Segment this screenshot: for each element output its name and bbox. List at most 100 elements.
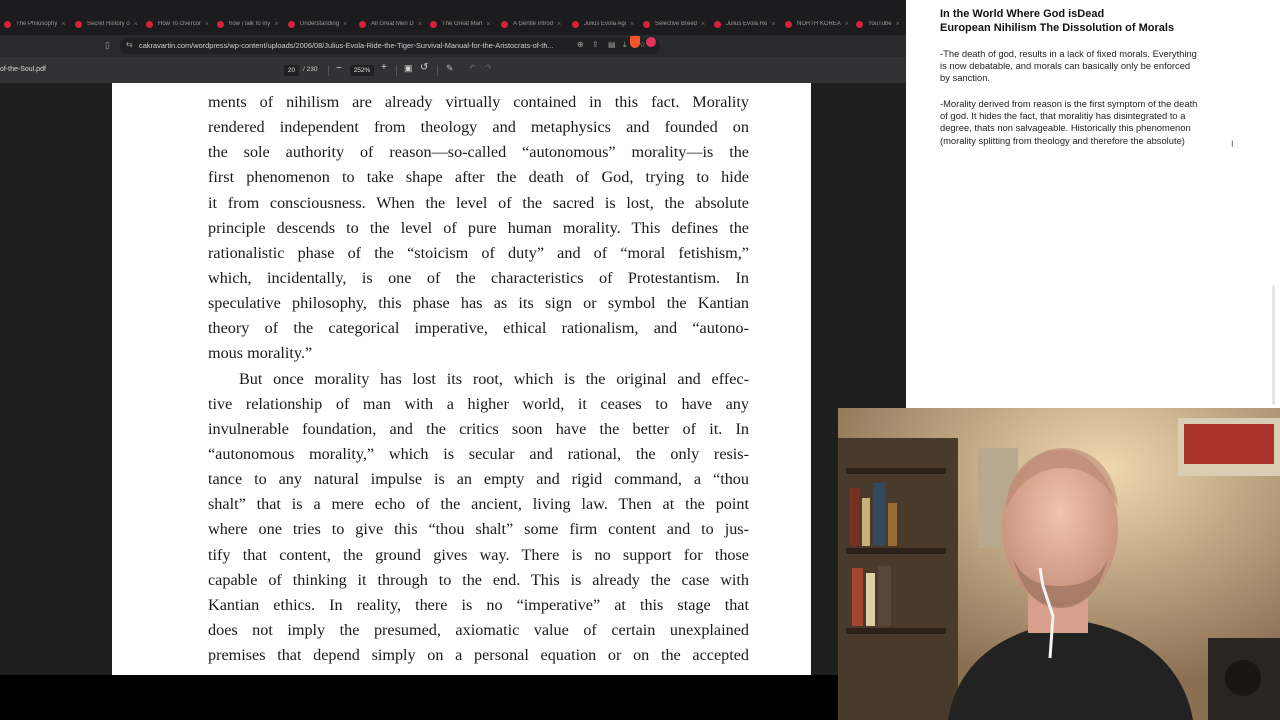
extension-icon[interactable]	[646, 37, 656, 47]
tab-label: How To Overcor	[158, 21, 201, 27]
tab-label: All Great Men D	[371, 21, 414, 27]
bookmark-icon[interactable]: ▯	[105, 40, 110, 51]
tab-close-icon[interactable]: ×	[701, 21, 705, 28]
webcam-overlay	[838, 408, 1280, 720]
notes-text-line[interactable]: by sanction.	[940, 72, 990, 83]
brave-shield-icon[interactable]	[630, 36, 640, 48]
pdf-text-line: mous morality.”	[208, 344, 313, 363]
notes-panel[interactable]: In the World Where God isDead European N…	[906, 0, 1280, 408]
tab-close-icon[interactable]: ×	[771, 21, 775, 28]
tab-favicon-icon	[359, 20, 366, 28]
pdf-page: ments of nihilism are already virtually …	[112, 83, 811, 675]
browser-tab[interactable]: A Gentle Introd ×	[501, 17, 569, 31]
page-number-input[interactable]: 20	[284, 65, 299, 76]
notes-text-line[interactable]: -The death of god, results in a lack of …	[940, 48, 1197, 59]
pdf-text-line: tify that content, the ground gives way.…	[208, 545, 749, 564]
tab-favicon-icon	[501, 20, 508, 28]
pdf-text-line: the sole authority of reason—so-called “…	[208, 143, 749, 162]
url-field[interactable]: ⇆ cakravartin.com/wordpress/wp-content/u…	[120, 38, 660, 54]
zoom-level-input[interactable]: 252%	[350, 65, 374, 76]
pdf-viewport[interactable]: ments of nihilism are already virtually …	[0, 83, 906, 675]
pdf-text-line: theory of the categorical imperative, et…	[208, 319, 749, 338]
notes-text-line[interactable]: -Morality derived from reason is the fir…	[940, 98, 1197, 109]
tab-favicon-icon	[572, 20, 579, 28]
tab-label: The Great Man	[442, 21, 483, 27]
tab-favicon-icon	[217, 20, 224, 28]
redo-icon[interactable]: ↷	[485, 63, 492, 72]
tab-close-icon[interactable]: ×	[486, 21, 490, 28]
pdf-text-line: which, incidentally, is one of the chara…	[208, 268, 749, 287]
text-cursor-icon: I	[1231, 139, 1234, 149]
tab-close-icon[interactable]: ×	[61, 21, 65, 28]
notes-text-line[interactable]: of god. It hides the fact, that moraliti…	[940, 110, 1185, 121]
share-icon[interactable]: ⇪	[592, 40, 599, 49]
tab-favicon-icon	[856, 20, 863, 28]
tab-close-icon[interactable]: ×	[630, 21, 634, 28]
pdf-filename: of-the-Soul.pdf	[0, 66, 46, 73]
tab-favicon-icon	[4, 20, 11, 28]
notes-text-line[interactable]: is now debatable, and morals can basical…	[940, 60, 1190, 71]
url-text[interactable]: cakravartin.com/wordpress/wp-content/upl…	[139, 41, 594, 50]
pdf-text-line: it from consciousness. When the level of…	[208, 193, 749, 212]
tab-close-icon[interactable]: ×	[896, 21, 900, 28]
zoom-in-button[interactable]: +	[381, 62, 387, 73]
tab-label: Julius Evola Re	[726, 21, 768, 27]
pdf-text-line: shalt” that is a mere echo of the ancien…	[208, 495, 749, 514]
notes-subtitle: European Nihilism The Dissolution of Mor…	[940, 22, 1175, 34]
tab-label: NORTH KOREA	[797, 21, 841, 27]
tab-close-icon[interactable]: ×	[418, 21, 422, 28]
tab-close-icon[interactable]: ×	[557, 21, 561, 28]
pdf-text-line: But once morality has lost its root, whi…	[239, 369, 749, 388]
draw-icon[interactable]: ✎	[446, 63, 454, 74]
site-settings-icon[interactable]: ⇆	[126, 40, 133, 49]
browser-tab[interactable]: Julius Evola Re ×	[714, 17, 782, 31]
pdf-text-line: ments of nihilism are already virtually …	[208, 93, 749, 111]
zoom-icon[interactable]: ⊕	[577, 40, 584, 49]
zoom-out-button[interactable]: −	[336, 63, 342, 74]
notes-text-line[interactable]: degree, thats non salvageable. Historica…	[940, 122, 1191, 133]
pdf-text-line: “autonomous morality,” which is secular …	[208, 444, 749, 463]
reader-mode-icon[interactable]: ▤	[608, 40, 616, 49]
browser-tab[interactable]: Secret History o ×	[75, 17, 143, 31]
pdf-text-line: first phenomenon to take shape after the…	[208, 168, 749, 187]
tab-label: Secret History o	[87, 21, 130, 27]
pdf-text-line: tive relationship of man with a higher w…	[208, 394, 749, 413]
toolbar-divider	[396, 65, 397, 76]
notes-scrollbar[interactable]	[1272, 285, 1275, 405]
browser-tab[interactable]: The Philosophy ×	[4, 17, 72, 31]
tab-favicon-icon	[75, 20, 82, 28]
tab-favicon-icon	[288, 20, 295, 28]
tab-favicon-icon	[146, 20, 153, 28]
tab-label: YouTube	[868, 21, 892, 27]
tab-close-icon[interactable]: ×	[274, 21, 278, 28]
tab-label: Understanding	[300, 21, 340, 27]
browser-tab[interactable]: Julius Evola Agi ×	[572, 17, 640, 31]
undo-icon[interactable]: ↶	[469, 63, 476, 72]
tab-close-icon[interactable]: ×	[134, 21, 138, 28]
pdf-text-line: capable of thinking it through to the en…	[208, 570, 749, 589]
pdf-text-line: speculative philosophy, this phase has a…	[208, 294, 749, 313]
browser-tab[interactable]: How To Overcor ×	[146, 17, 214, 31]
download-icon[interactable]: ⤓	[623, 40, 627, 50]
browser-tab[interactable]: YouTube ×	[856, 17, 906, 31]
page-total: / 230	[303, 66, 318, 73]
webcam-image	[838, 408, 1280, 720]
tab-close-icon[interactable]: ×	[205, 21, 209, 28]
browser-tab[interactable]: All Great Men D ×	[359, 17, 427, 31]
tab-favicon-icon	[785, 20, 792, 28]
tab-label: The Philosophy	[16, 21, 58, 27]
browser-tab[interactable]: NORTH KOREA ×	[785, 17, 853, 31]
browser-tab[interactable]: how i talk to my ×	[217, 17, 285, 31]
rotate-icon[interactable]: ↺	[420, 62, 428, 73]
browser-tab[interactable]: The Great Man ×	[430, 17, 498, 31]
tab-favicon-icon	[714, 20, 721, 28]
browser-tab[interactable]: Understanding ×	[288, 17, 356, 31]
tab-close-icon[interactable]: ×	[845, 21, 849, 28]
tab-close-icon[interactable]: ×	[343, 21, 347, 28]
browser-tab[interactable]: Selective Breed ×	[643, 17, 711, 31]
fit-page-icon[interactable]: ▣	[404, 63, 413, 74]
address-bar: ▯ ⇆ cakravartin.com/wordpress/wp-content…	[0, 35, 906, 57]
tab-favicon-icon	[430, 20, 437, 28]
notes-text-line[interactable]: (morality splitting from theology and th…	[940, 135, 1185, 146]
tab-favicon-icon	[643, 20, 650, 28]
